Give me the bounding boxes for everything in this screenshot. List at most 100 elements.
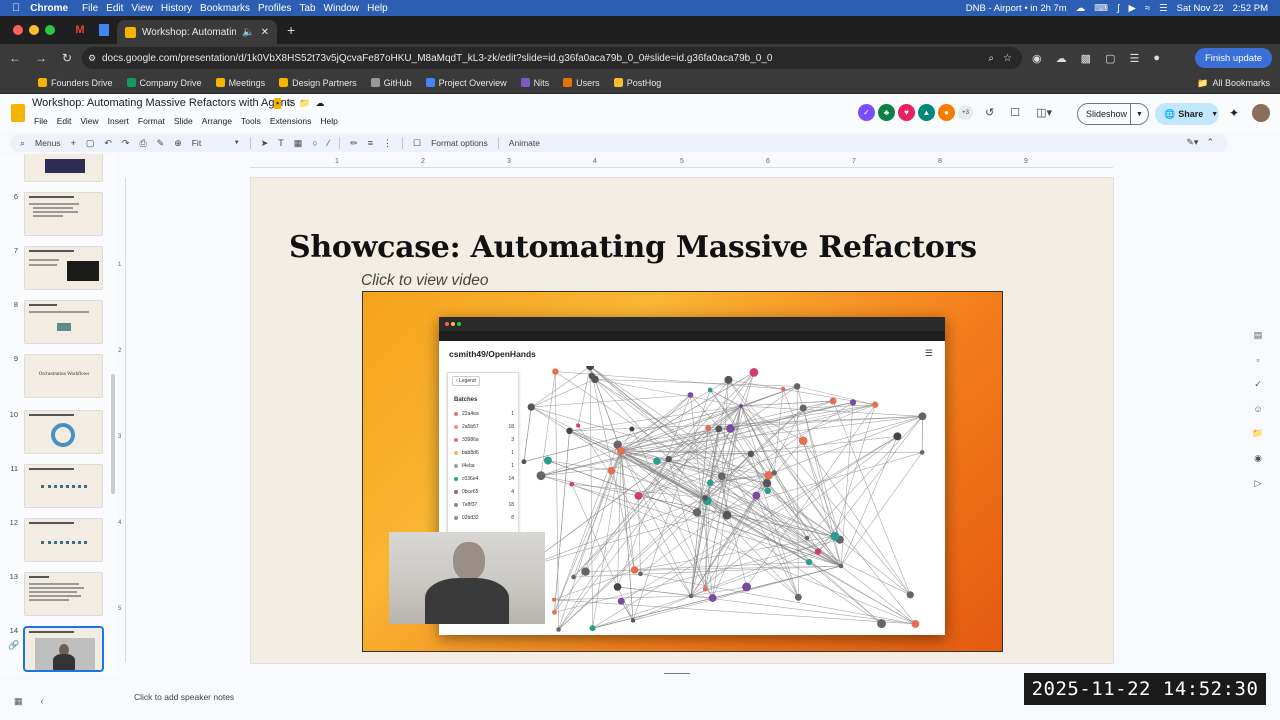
bookmark-github[interactable]: GitHub [370,78,412,88]
docs-menu-edit[interactable]: Edit [57,116,72,126]
docs-menu-help[interactable]: Help [320,116,337,126]
bookmark-meetings[interactable]: Meetings [215,78,265,88]
animate-button[interactable]: Animate [509,138,540,148]
star-icon[interactable]: ☆ [286,98,294,109]
redo-icon[interactable]: ↷ [122,138,130,149]
zoom-page-icon[interactable]: ⌕ [988,53,994,64]
pen-icon[interactable]: ✏ [350,138,358,149]
forward-icon[interactable]: → [30,51,52,65]
docs-menu-insert[interactable]: Insert [108,116,129,126]
finish-update-button[interactable]: Finish update [1194,48,1272,68]
grid-view-icon[interactable]: ▦ [14,696,23,707]
image-icon[interactable]: ▦ [294,138,303,149]
slide-title[interactable]: Showcase: Automating Massive Refactors [289,230,977,265]
weather-icon[interactable]: ☁ [1076,3,1086,14]
cloud-status-icon[interactable]: ☁ [316,98,325,109]
zoom-icon[interactable]: ⊕ [174,138,182,149]
shape-icon[interactable]: ○ [312,138,317,148]
menu-profiles[interactable]: Profiles [258,3,291,14]
line-icon[interactable]: ∕ [328,138,330,148]
notes-resize-handle[interactable] [664,673,690,674]
speaker-notes[interactable]: Click to add speaker notes [134,692,234,702]
collaborator-avatar[interactable]: ▲ [918,104,935,121]
calendar-status[interactable]: DNB - Airport • in 2h 7m [966,3,1067,14]
addons-icon[interactable]: ▷ [1255,478,1262,489]
print-icon[interactable]: ⎙ [139,138,146,149]
menus-search[interactable]: Menus [35,138,61,148]
docs-menu-slide[interactable]: Slide [174,116,193,126]
menu-window[interactable]: Window [324,3,360,14]
more-collaborators-badge[interactable]: +3 [958,105,973,120]
menu-file[interactable]: File [82,3,98,14]
reading-list-icon[interactable]: ☰ [1129,52,1139,65]
docs-pinned-tab[interactable] [93,19,115,41]
select-icon[interactable]: ➤ [261,138,269,149]
collaborator-avatar[interactable]: ● [938,104,955,121]
comment-icon[interactable]: ☐ [413,138,421,149]
undo-icon[interactable]: ↶ [104,138,112,149]
current-slide[interactable]: Showcase: Automating Massive Refactors C… [251,178,1113,663]
line-weight-icon[interactable]: ≡ [368,138,373,148]
bookmark-company-drive[interactable]: Company Drive [126,78,202,88]
keep-icon[interactable]: ▫ [1256,355,1259,365]
bookmark-founders-drive[interactable]: Founders Drive [38,78,113,88]
control-center-icon[interactable]: ☰ [1159,3,1168,14]
slideshow-button[interactable]: Slideshow ▼ [1077,103,1149,125]
bookmark-project-overview[interactable]: Project Overview [425,78,507,88]
zoom-select[interactable]: Fit [192,138,224,148]
extensions-puzzle-icon[interactable]: ▩ [1081,52,1091,65]
bookmark-posthog[interactable]: PostHog [613,78,661,88]
gmail-pinned-tab[interactable]: M [69,19,91,41]
minimize-window-button[interactable] [29,25,39,35]
format-options-button[interactable]: Format options [431,138,488,148]
collaborator-avatar[interactable]: ✓ [858,104,875,121]
docs-menu-arrange[interactable]: Arrange [202,116,232,126]
site-info-icon[interactable]: ⚙ [88,53,96,64]
close-window-button[interactable] [13,25,23,35]
docs-menu-tools[interactable]: Tools [241,116,261,126]
active-tab[interactable]: Workshop: Automating M... 🔈 ✕ [117,20,277,44]
menubar-time[interactable]: 2:52 PM [1233,3,1268,14]
app-menu-name[interactable]: Chrome [30,3,68,14]
all-bookmarks-button[interactable]: 📁 All Bookmarks [1197,72,1270,94]
version-history-icon[interactable]: ↺ [985,106,994,119]
maps-icon[interactable]: ◉ [1254,453,1262,464]
share-button[interactable]: 🌐 Share ▼ [1155,103,1219,125]
bookmark-users[interactable]: Users [563,78,600,88]
url-bar[interactable]: ⚙ docs.google.com/presentation/d/1k0VbX8… [82,47,1022,69]
zoom-window-button[interactable] [45,25,55,35]
new-tab-button[interactable]: + [287,22,295,38]
profile-avatar-icon[interactable]: ● [1153,52,1160,64]
calendar-icon[interactable]: ▤ [1254,330,1263,341]
menu-bookmarks[interactable]: Bookmarks [200,3,250,14]
docs-menu-extensions[interactable]: Extensions [270,116,312,126]
gemini-icon[interactable]: ✦ [1229,106,1239,120]
keyboard-icon[interactable]: ⌨ [1094,3,1108,14]
collaborator-avatar[interactable]: ♣ [878,104,895,121]
bookmark-star-icon[interactable]: ☆ [1003,53,1012,64]
contacts-icon[interactable]: ☺ [1253,404,1262,414]
apple-icon[interactable]:  [12,2,20,14]
comments-icon[interactable]: ☐ [1010,106,1020,119]
extension-2-icon[interactable]: ☁ [1056,52,1067,65]
menu-help[interactable]: Help [367,3,388,14]
slideshow-dropdown-icon[interactable]: ▼ [1130,104,1148,124]
search-icon[interactable]: ⌕ [20,138,25,149]
bookmark-design-partners[interactable]: Design Partners [279,78,357,88]
collapse-panel-icon[interactable]: ‹ [41,696,44,707]
speaker-icon[interactable]: 🔈 [242,27,254,38]
collaborator-avatar[interactable]: ♥ [898,104,915,121]
text-box-icon[interactable]: T [278,138,284,148]
paint-format-icon[interactable]: ✎ [157,138,165,149]
menubar-date[interactable]: Sat Nov 22 [1177,3,1224,14]
menu-view[interactable]: View [131,3,153,14]
filmstrip-scrollbar[interactable] [111,374,115,494]
horizontal-ruler[interactable]: 1 2 3 4 5 6 7 8 9 [250,158,1113,168]
share-dropdown-icon[interactable]: ▼ [1211,111,1218,118]
docs-menu-format[interactable]: Format [138,116,165,126]
reload-icon[interactable]: ↻ [56,51,78,65]
back-icon[interactable]: ← [4,51,26,65]
label-icon[interactable]: ▪ [274,98,282,109]
menu-history[interactable]: History [161,3,192,14]
docs-menu-view[interactable]: View [80,116,98,126]
